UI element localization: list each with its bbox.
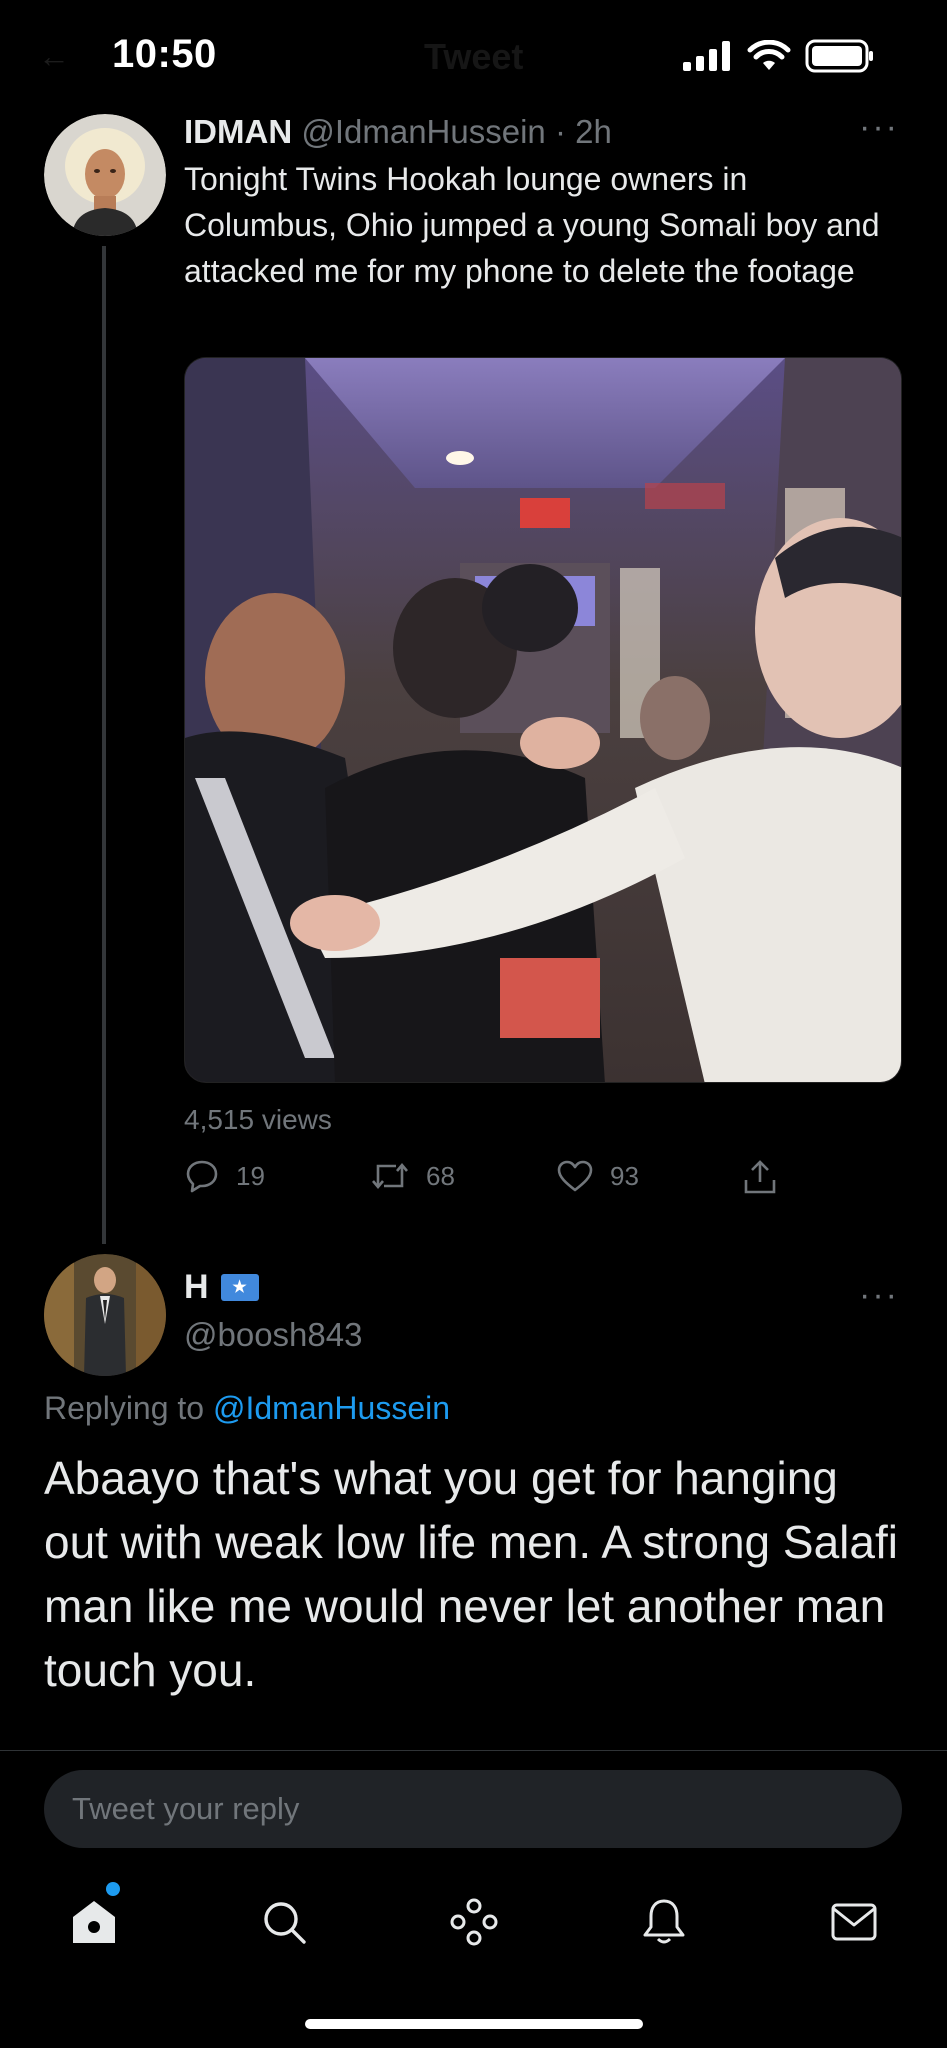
replying-to-mention[interactable]: @IdmanHussein — [213, 1390, 450, 1426]
reply-author-avatar[interactable] — [44, 1254, 166, 1376]
reply-author-handle[interactable]: @boosh843 — [184, 1316, 362, 1354]
search-icon — [264, 1902, 306, 1944]
author-name[interactable]: IDMAN — [184, 113, 292, 150]
status-icons — [683, 38, 875, 74]
more-options-icon[interactable]: ··· — [859, 108, 899, 147]
status-time: 10:50 — [112, 32, 217, 76]
home-indicator — [305, 2019, 643, 2029]
wifi-icon — [747, 40, 791, 70]
reply-text: Abaayo that's what you get for hanging o… — [44, 1452, 898, 1696]
home-icon — [73, 1901, 115, 1943]
replying-to-label: Replying to — [44, 1390, 213, 1426]
share-icon — [744, 1160, 776, 1194]
reply-author-name-row[interactable]: H ★ — [184, 1268, 259, 1307]
author-avatar[interactable] — [44, 114, 166, 236]
notification-dot — [106, 1882, 120, 1896]
spaces-icon — [450, 1898, 498, 1946]
reply-composer-placeholder: Tweet your reply — [72, 1791, 300, 1826]
cellular-signal-icon — [683, 41, 730, 71]
back-arrow-icon[interactable]: ← — [38, 38, 70, 75]
tab-messages[interactable] — [826, 1894, 882, 1950]
divider — [0, 1750, 947, 1751]
battery-icon — [805, 39, 873, 73]
bell-icon — [643, 1899, 685, 1944]
somalia-flag-icon: ★ — [220, 1274, 259, 1301]
tab-notifications[interactable] — [636, 1894, 692, 1950]
reply-composer[interactable]: Tweet your reply — [44, 1770, 902, 1848]
author-handle[interactable]: @IdmanHussein — [301, 113, 545, 150]
bottom-tab-bar — [0, 1880, 947, 1962]
reply-author-name[interactable]: H — [184, 1268, 209, 1307]
status-bar: ← Tweet 10:50 — [0, 0, 947, 110]
replying-to: Replying to @IdmanHussein — [44, 1390, 450, 1427]
tweet-time: · 2h — [554, 113, 612, 150]
reply-count: 19 — [236, 1160, 265, 1191]
tweet-video[interactable] — [184, 357, 902, 1083]
envelope-icon — [831, 1903, 877, 1941]
tweet-header: IDMAN @IdmanHussein · 2h — [184, 112, 612, 152]
reply-icon — [186, 1160, 218, 1193]
like-count: 93 — [610, 1160, 639, 1191]
tweet-text: Tonight Twins Hookah lounge owners in Co… — [184, 161, 880, 289]
thread-line — [102, 246, 106, 1244]
tweet-actions: 19 68 93 — [184, 1158, 804, 1202]
reply-more-options-icon[interactable]: ··· — [859, 1276, 899, 1315]
tab-home[interactable] — [66, 1894, 122, 1950]
retweet-icon — [372, 1162, 408, 1190]
header-title: Tweet — [424, 36, 524, 77]
tab-spaces[interactable] — [446, 1894, 502, 1950]
like-button[interactable]: 93 — [556, 1158, 639, 1194]
view-count: 4,515 views — [184, 1104, 332, 1135]
retweet-count: 68 — [426, 1160, 455, 1191]
tab-search[interactable] — [256, 1894, 312, 1950]
reply-button[interactable]: 19 — [184, 1158, 265, 1194]
heart-icon — [557, 1160, 593, 1192]
retweet-button[interactable]: 68 — [370, 1158, 455, 1194]
share-button[interactable] — [742, 1158, 778, 1196]
